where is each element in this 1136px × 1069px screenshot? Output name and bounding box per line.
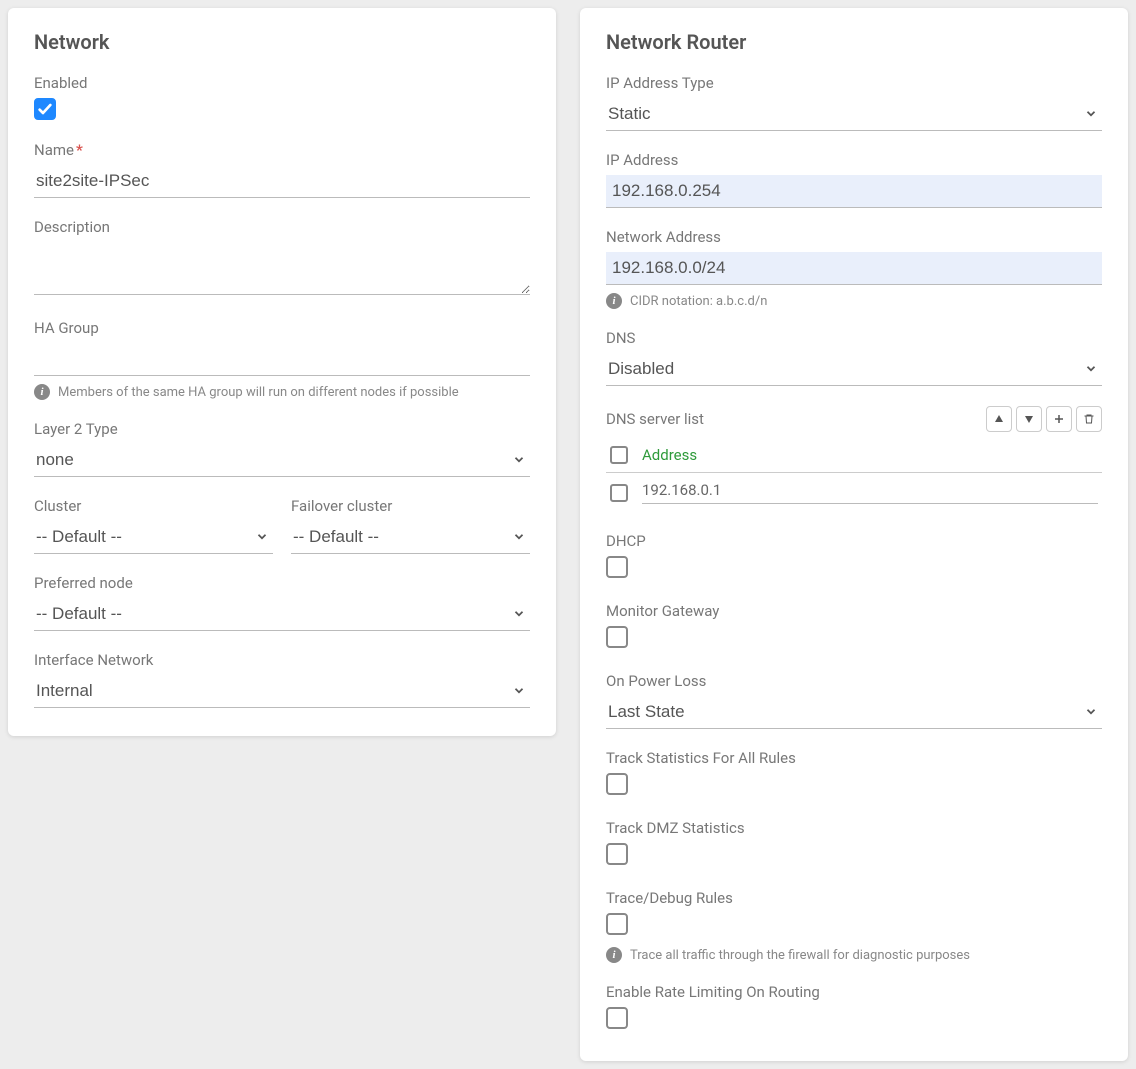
ha-group-field: HA Group i Members of the same HA group … [34,319,530,400]
network-address-input[interactable] [606,252,1102,285]
network-title: Network [34,30,530,54]
enabled-checkbox[interactable] [34,98,56,120]
dns-server-list-label: DNS server list [606,410,704,428]
dhcp-field: DHCP [606,532,1102,582]
rate-limit-field: Enable Rate Limiting On Routing [606,983,1102,1033]
description-input[interactable] [34,242,530,295]
ip-type-label: IP Address Type [606,74,1102,92]
description-label: Description [34,218,530,236]
failover-cluster-label: Failover cluster [291,497,530,515]
power-loss-label: On Power Loss [606,672,1102,690]
ip-address-label: IP Address [606,151,1102,169]
ha-group-helper-text: Members of the same HA group will run on… [58,385,459,400]
ha-group-helper: i Members of the same HA group will run … [34,384,530,400]
monitor-gateway-label: Monitor Gateway [606,602,1102,620]
track-stats-checkbox[interactable] [606,773,628,795]
network-address-label: Network Address [606,228,1102,246]
power-loss-field: On Power Loss [606,672,1102,729]
layer2-field: Layer 2 Type [34,420,530,477]
checkmark-icon [37,101,53,117]
network-router-card: Network Router IP Address Type IP Addres… [580,8,1128,1061]
cidr-helper-text: CIDR notation: a.b.c.d/n [630,294,767,309]
track-stats-label: Track Statistics For All Rules [606,749,1102,767]
move-down-button[interactable] [1016,406,1042,432]
trace-debug-label: Trace/Debug Rules [606,889,1102,907]
dns-list-header: Address [606,438,1102,473]
cidr-helper: i CIDR notation: a.b.c.d/n [606,293,1102,309]
track-dmz-checkbox[interactable] [606,843,628,865]
dns-select-all-checkbox[interactable] [610,446,628,464]
ha-group-input[interactable] [34,343,530,376]
dhcp-label: DHCP [606,532,1102,550]
name-field: Name* [34,141,530,198]
preferred-node-field: Preferred node [34,574,530,631]
layer2-select[interactable] [34,444,530,477]
dns-server-list-field: DNS server list Address 192.168.0.1 [606,406,1102,512]
monitor-gateway-checkbox[interactable] [606,626,628,648]
enabled-label: Enabled [34,74,530,92]
add-button[interactable] [1046,406,1072,432]
track-dmz-field: Track DMZ Statistics [606,819,1102,869]
network-card: Network Enabled Name* Description HA Gro… [8,8,556,736]
name-label: Name* [34,141,530,159]
interface-network-label: Interface Network [34,651,530,669]
dhcp-checkbox[interactable] [606,556,628,578]
ha-group-label: HA Group [34,319,530,337]
ip-address-field: IP Address [606,151,1102,208]
ip-address-input[interactable] [606,175,1102,208]
info-icon: i [606,293,622,309]
dns-item-checkbox[interactable] [610,484,628,502]
interface-network-select[interactable] [34,675,530,708]
power-loss-select[interactable] [606,696,1102,729]
cluster-label: Cluster [34,497,273,515]
preferred-node-select[interactable] [34,598,530,631]
dns-list-item[interactable]: 192.168.0.1 [606,473,1102,512]
trace-helper-text: Trace all traffic through the firewall f… [630,948,970,963]
trash-icon [1083,413,1095,425]
track-stats-field: Track Statistics For All Rules [606,749,1102,799]
description-field: Description [34,218,530,299]
track-dmz-label: Track DMZ Statistics [606,819,1102,837]
dns-label: DNS [606,329,1102,347]
ip-type-select[interactable] [606,98,1102,131]
dns-item-address: 192.168.0.1 [642,481,1098,504]
preferred-node-label: Preferred node [34,574,530,592]
delete-button[interactable] [1076,406,1102,432]
rate-limit-label: Enable Rate Limiting On Routing [606,983,1102,1001]
info-icon: i [606,947,622,963]
triangle-down-icon [1024,414,1034,424]
enabled-field: Enabled [34,74,530,121]
name-input[interactable] [34,165,530,198]
info-icon: i [34,384,50,400]
plus-icon [1053,413,1065,425]
cluster-field: Cluster [34,497,273,554]
trace-debug-checkbox[interactable] [606,913,628,935]
move-up-button[interactable] [986,406,1012,432]
dns-address-header: Address [642,446,1098,464]
triangle-up-icon [994,414,1004,424]
rate-limit-checkbox[interactable] [606,1007,628,1029]
trace-helper: i Trace all traffic through the firewall… [606,947,1102,963]
interface-network-field: Interface Network [34,651,530,708]
required-asterisk: * [76,141,83,159]
failover-cluster-select[interactable] [291,521,530,554]
layer2-label: Layer 2 Type [34,420,530,438]
dns-select[interactable] [606,353,1102,386]
trace-debug-field: Trace/Debug Rules i Trace all traffic th… [606,889,1102,963]
router-title: Network Router [606,30,1102,54]
ip-type-field: IP Address Type [606,74,1102,131]
network-address-field: Network Address i CIDR notation: a.b.c.d… [606,228,1102,309]
cluster-select[interactable] [34,521,273,554]
dns-field: DNS [606,329,1102,386]
failover-cluster-field: Failover cluster [291,497,530,554]
monitor-gateway-field: Monitor Gateway [606,602,1102,652]
